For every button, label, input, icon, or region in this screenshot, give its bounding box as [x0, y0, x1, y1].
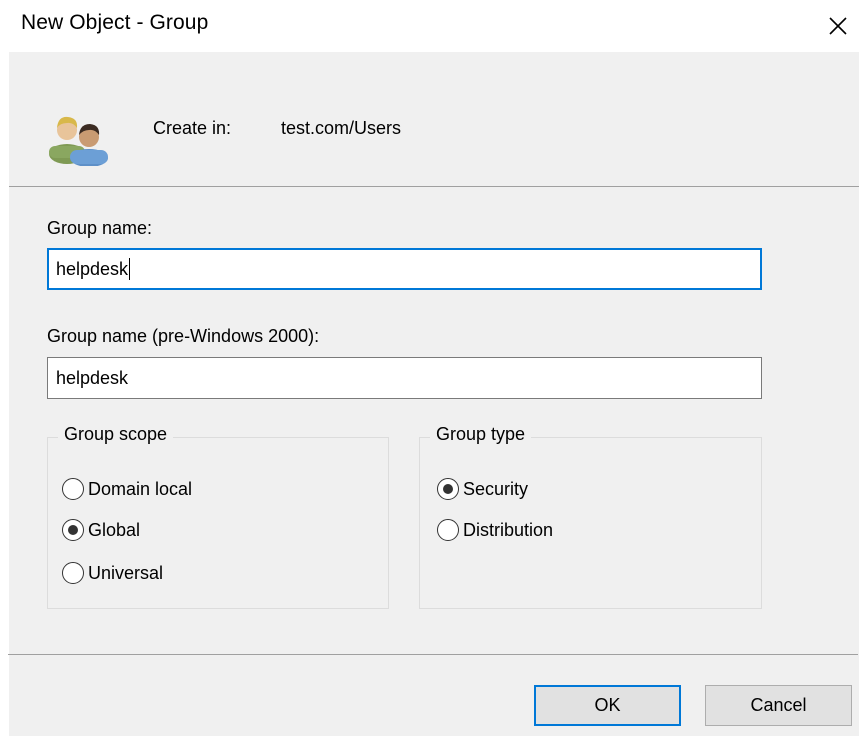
pre2000-name-value: helpdesk	[56, 368, 129, 388]
group-type-legend: Group type	[430, 424, 532, 445]
group-scope-legend: Group scope	[58, 424, 174, 445]
radio-button-circle	[62, 478, 84, 500]
pre2000-name-input[interactable]: helpdesk	[47, 357, 762, 399]
pre2000-name-label: Group name (pre-Windows 2000):	[47, 326, 320, 346]
radio-button-circle	[437, 519, 459, 541]
group-type-box: Group type Security Distribution	[419, 424, 762, 609]
radio-label: Universal	[88, 562, 164, 583]
group-icon	[45, 110, 111, 167]
close-icon[interactable]	[826, 14, 850, 38]
group-name-label: Group name:	[47, 218, 153, 238]
radio-label: Domain local	[88, 478, 193, 499]
radio-distribution[interactable]: Distribution	[437, 518, 553, 542]
cancel-button[interactable]: Cancel	[705, 685, 852, 726]
separator-bottom	[8, 654, 858, 655]
group-scope-box: Group scope Domain local Global Universa…	[47, 424, 389, 609]
radio-button-circle	[62, 562, 84, 584]
group-name-input[interactable]: helpdesk	[47, 248, 762, 290]
create-in-label: Create in:	[153, 118, 232, 138]
radio-domain-local[interactable]: Domain local	[62, 477, 192, 501]
text-caret	[129, 257, 131, 280]
new-object-group-dialog: New Object - Group Create in: test.com/U…	[0, 0, 859, 736]
radio-universal[interactable]: Universal	[62, 561, 163, 585]
dialog-title: New Object - Group	[21, 11, 209, 34]
radio-label: Global	[88, 519, 141, 540]
radio-security[interactable]: Security	[437, 477, 528, 501]
radio-button-circle-checked	[437, 478, 459, 500]
radio-label: Distribution	[463, 519, 554, 540]
radio-button-circle-checked	[62, 519, 84, 541]
separator-top	[9, 186, 859, 187]
ok-button[interactable]: OK	[534, 685, 681, 726]
radio-global[interactable]: Global	[62, 518, 140, 542]
title-bar: New Object - Group	[0, 0, 859, 52]
radio-label: Security	[463, 478, 529, 499]
group-name-value: helpdesk	[56, 259, 129, 279]
dialog-body: Create in: test.com/Users Group name: he…	[8, 52, 859, 736]
create-in-path: test.com/Users	[281, 118, 402, 138]
